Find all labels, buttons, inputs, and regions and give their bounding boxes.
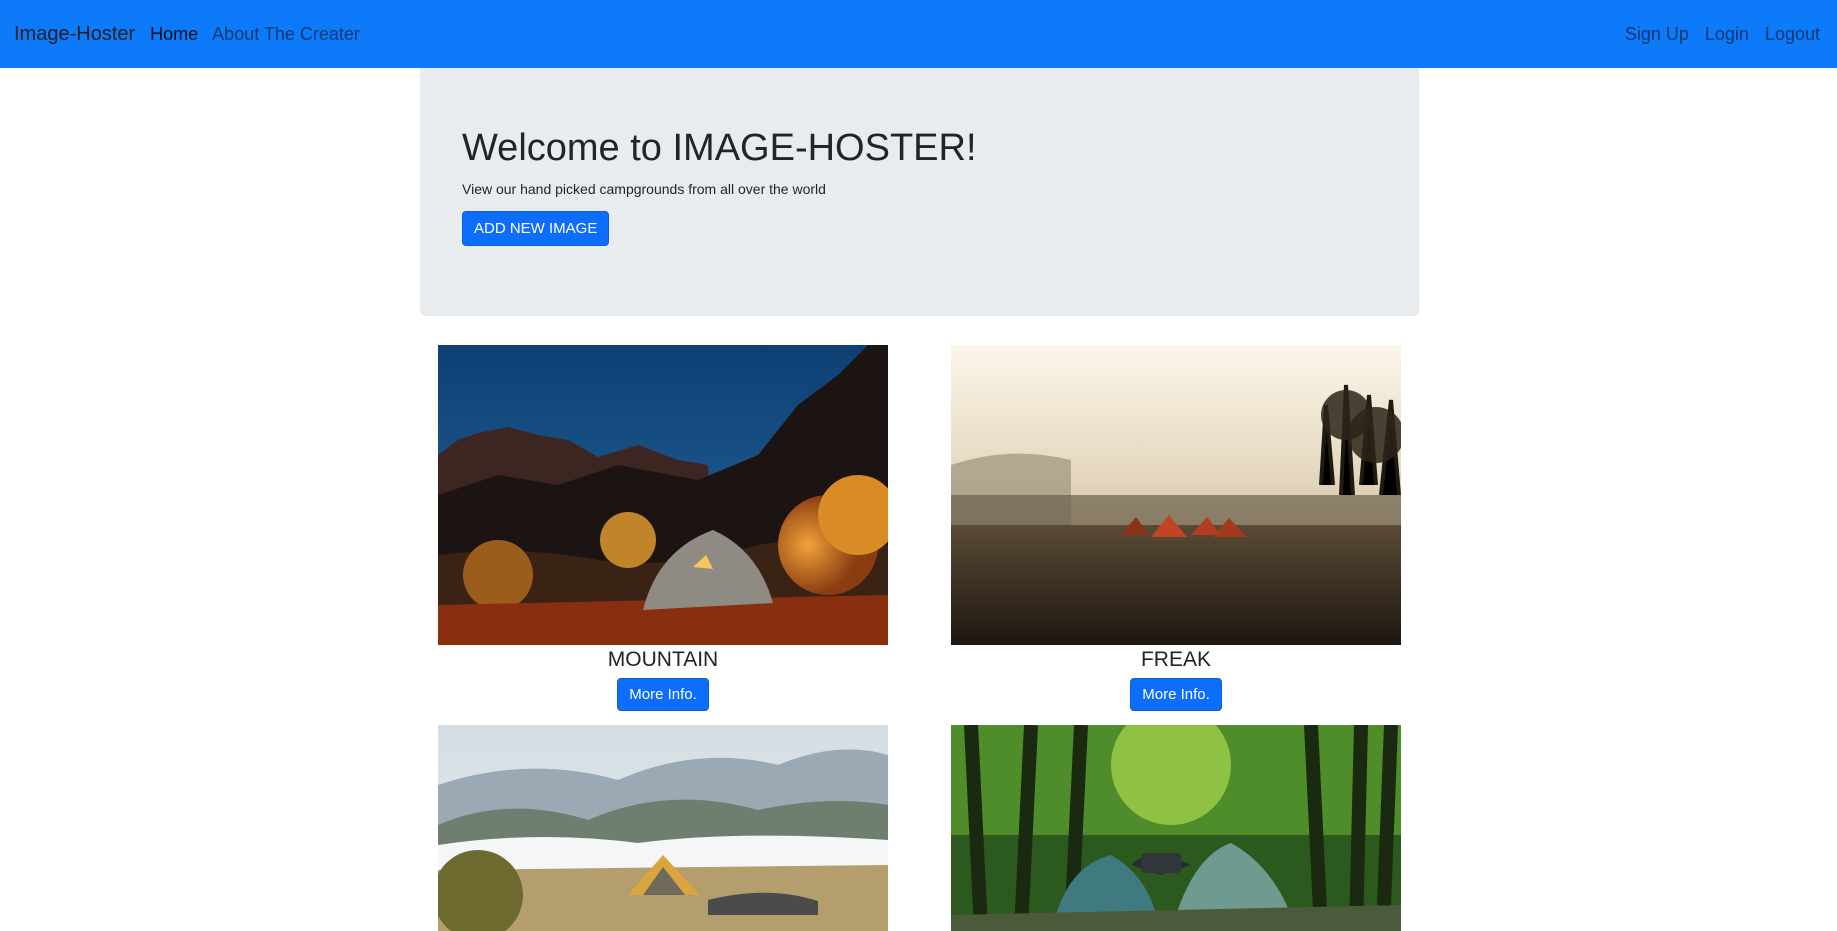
image-card-mountain: MOUNTAIN More Info. (438, 345, 888, 711)
image-card-freak: FREAK More Info. (951, 345, 1401, 711)
nav-about-link[interactable]: About The Creater (205, 24, 367, 45)
nav-signup-link[interactable]: Sign Up (1617, 24, 1697, 45)
foggy-field-tents-image[interactable] (951, 345, 1401, 645)
nav-home-link[interactable]: Home (143, 24, 205, 45)
add-new-image-button[interactable]: ADD NEW IMAGE (462, 210, 610, 246)
navbar: Image-Hoster Home About The Creater Sign… (0, 0, 1837, 68)
welcome-jumbotron: Welcome to IMAGE-HOSTER! View our hand p… (420, 68, 1419, 316)
forest-tents-image[interactable] (951, 725, 1401, 931)
brand-link[interactable]: Image-Hoster (14, 23, 135, 46)
mountain-tent-image[interactable] (438, 345, 888, 645)
hero-subtitle: View our hand picked campgrounds from al… (462, 180, 826, 197)
image-card-forest (951, 725, 1401, 931)
hero-title: Welcome to IMAGE-HOSTER! (462, 127, 977, 169)
mountain-clouds-tent-image[interactable] (438, 725, 888, 931)
nav-login-link[interactable]: Login (1697, 24, 1757, 45)
image-title: FREAK (1140, 648, 1211, 671)
more-info-button[interactable]: More Info. (1130, 678, 1222, 711)
image-card-mountain-clouds (438, 725, 888, 931)
image-title: MOUNTAIN (607, 648, 719, 671)
nav-logout-link[interactable]: Logout (1757, 24, 1823, 45)
navbar-right: Sign Up Login Logout (1617, 24, 1823, 45)
navbar-left: Image-Hoster Home About The Creater (14, 23, 367, 46)
more-info-button[interactable]: More Info. (617, 678, 709, 711)
